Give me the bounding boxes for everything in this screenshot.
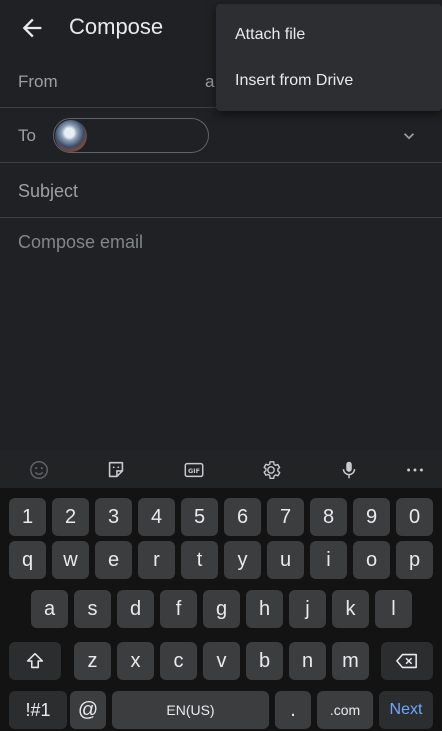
key-m[interactable]: m xyxy=(332,642,369,680)
key-s[interactable]: s xyxy=(74,590,111,628)
key-b[interactable]: b xyxy=(246,642,283,680)
gear-icon[interactable] xyxy=(260,459,282,481)
key-u[interactable]: u xyxy=(267,541,304,579)
at-key[interactable]: @ xyxy=(70,691,106,729)
key-f[interactable]: f xyxy=(160,590,197,628)
backspace-key[interactable] xyxy=(381,642,433,680)
keyboard: GIF 1 2 3 4 5 6 7 8 9 0 q w e r t y u i xyxy=(0,450,442,731)
symbols-key[interactable]: !#1 xyxy=(9,691,67,729)
key-8[interactable]: 8 xyxy=(310,498,347,536)
key-1[interactable]: 1 xyxy=(9,498,46,536)
key-o[interactable]: o xyxy=(353,541,390,579)
key-a[interactable]: a xyxy=(31,590,68,628)
back-arrow-icon[interactable] xyxy=(18,14,46,42)
key-7[interactable]: 7 xyxy=(267,498,304,536)
key-z[interactable]: z xyxy=(74,642,111,680)
key-j[interactable]: j xyxy=(289,590,326,628)
key-area: 1 2 3 4 5 6 7 8 9 0 q w e r t y u i o p … xyxy=(0,488,442,731)
key-5[interactable]: 5 xyxy=(181,498,218,536)
key-k[interactable]: k xyxy=(332,590,369,628)
chevron-down-icon[interactable] xyxy=(399,126,419,146)
key-4[interactable]: 4 xyxy=(138,498,175,536)
key-x[interactable]: x xyxy=(117,642,154,680)
key-y[interactable]: y xyxy=(224,541,261,579)
more-options-icon[interactable] xyxy=(404,459,426,481)
backspace-icon xyxy=(396,653,417,669)
key-c[interactable]: c xyxy=(160,642,197,680)
dotcom-key[interactable]: .com xyxy=(317,691,373,729)
key-n[interactable]: n xyxy=(289,642,326,680)
subject-input[interactable]: Subject xyxy=(18,181,78,202)
microphone-icon[interactable] xyxy=(338,459,360,481)
key-2[interactable]: 2 xyxy=(52,498,89,536)
key-p[interactable]: p xyxy=(396,541,433,579)
key-9[interactable]: 9 xyxy=(353,498,390,536)
to-label: To xyxy=(18,126,36,145)
menu-item-insert-from-drive[interactable]: Insert from Drive xyxy=(235,72,353,90)
recipient-chip[interactable] xyxy=(53,118,209,153)
body-input[interactable]: Compose email xyxy=(18,232,143,253)
key-r[interactable]: r xyxy=(138,541,175,579)
key-0[interactable]: 0 xyxy=(396,498,433,536)
emoji-icon[interactable] xyxy=(28,459,50,481)
key-q[interactable]: q xyxy=(9,541,46,579)
keyboard-toolbar: GIF xyxy=(0,450,442,488)
subject-field[interactable]: Subject xyxy=(0,163,442,218)
menu-item-attach-file[interactable]: Attach file xyxy=(235,26,305,44)
from-value: a xyxy=(205,72,215,91)
shift-icon xyxy=(26,652,44,669)
next-key[interactable]: Next xyxy=(379,691,433,729)
gif-icon[interactable]: GIF xyxy=(183,459,205,481)
attach-menu: Attach file Insert from Drive xyxy=(216,4,442,111)
key-h[interactable]: h xyxy=(246,590,283,628)
to-field[interactable]: To xyxy=(0,108,442,163)
sticker-icon[interactable] xyxy=(105,459,127,481)
space-key[interactable]: EN(US) xyxy=(112,691,269,729)
key-g[interactable]: g xyxy=(203,590,240,628)
key-w[interactable]: w xyxy=(52,541,89,579)
key-3[interactable]: 3 xyxy=(95,498,132,536)
gif-label: GIF xyxy=(188,467,200,475)
from-label: From xyxy=(18,72,58,91)
key-i[interactable]: i xyxy=(310,541,347,579)
shift-key[interactable] xyxy=(9,642,61,680)
period-key[interactable]: . xyxy=(275,691,311,729)
key-l[interactable]: l xyxy=(375,590,412,628)
avatar xyxy=(55,120,87,152)
key-v[interactable]: v xyxy=(203,642,240,680)
key-d[interactable]: d xyxy=(117,590,154,628)
page-title: Compose xyxy=(69,14,164,39)
key-e[interactable]: e xyxy=(95,541,132,579)
key-t[interactable]: t xyxy=(181,541,218,579)
key-6[interactable]: 6 xyxy=(224,498,261,536)
